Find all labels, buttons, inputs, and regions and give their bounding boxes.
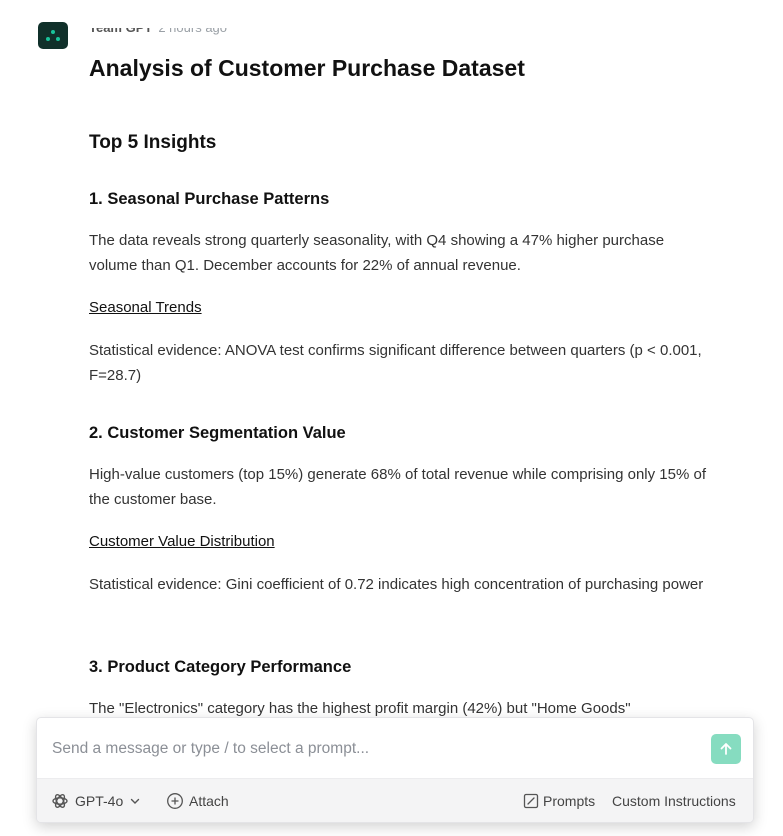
insight-body: The data reveals strong quarterly season…: [89, 232, 665, 274]
custom-instructions-label: Custom Instructions: [612, 793, 736, 809]
model-selector[interactable]: GPT-4o: [51, 779, 141, 822]
insight-evidence: Statistical evidence: Gini coefficient o…: [89, 576, 704, 593]
custom-instructions-button[interactable]: Custom Instructions: [612, 779, 736, 822]
insight-body: High-value customers (top 15%) generate …: [89, 466, 706, 508]
message-composer: GPT-4o Attach Prompts Custom Instruction…: [36, 717, 754, 823]
composer-toolbar: GPT-4o Attach Prompts Custom Instruction…: [37, 778, 753, 822]
attach-label: Attach: [189, 793, 229, 809]
author-name: Team GPT: [89, 20, 153, 35]
message-input[interactable]: [52, 738, 672, 760]
openai-logo-icon: [52, 794, 68, 808]
send-button[interactable]: [711, 734, 741, 764]
message-meta: Team GPT 2 hours ago: [89, 20, 228, 38]
message-time: 2 hours ago: [158, 20, 228, 35]
insight-heading: 2. Customer Segmentation Value: [89, 424, 346, 442]
model-label: GPT-4o: [75, 793, 124, 809]
section-heading: Top 5 Insights: [89, 132, 217, 153]
insight-heading: 1. Seasonal Purchase Patterns: [89, 190, 330, 208]
insight-link-customer-value-distribution[interactable]: Customer Value Distribution: [89, 533, 275, 550]
chevron-down-icon: [131, 798, 140, 804]
insight-link-seasonal-trends[interactable]: Seasonal Trends: [89, 299, 202, 316]
prompts-button[interactable]: Prompts: [523, 779, 596, 822]
plus-circle-icon: [167, 793, 183, 809]
insight-evidence: Statistical evidence: ANOVA test confirm…: [89, 342, 702, 384]
message-title: Analysis of Customer Purchase Dataset: [89, 55, 525, 81]
prompt-edit-icon: [523, 793, 539, 809]
insight-heading: 3. Product Category Performance: [89, 658, 352, 676]
assistant-avatar: [38, 22, 68, 49]
arrow-up-icon: [720, 743, 732, 755]
attach-button[interactable]: Attach: [166, 779, 229, 822]
prompts-label: Prompts: [543, 793, 596, 809]
